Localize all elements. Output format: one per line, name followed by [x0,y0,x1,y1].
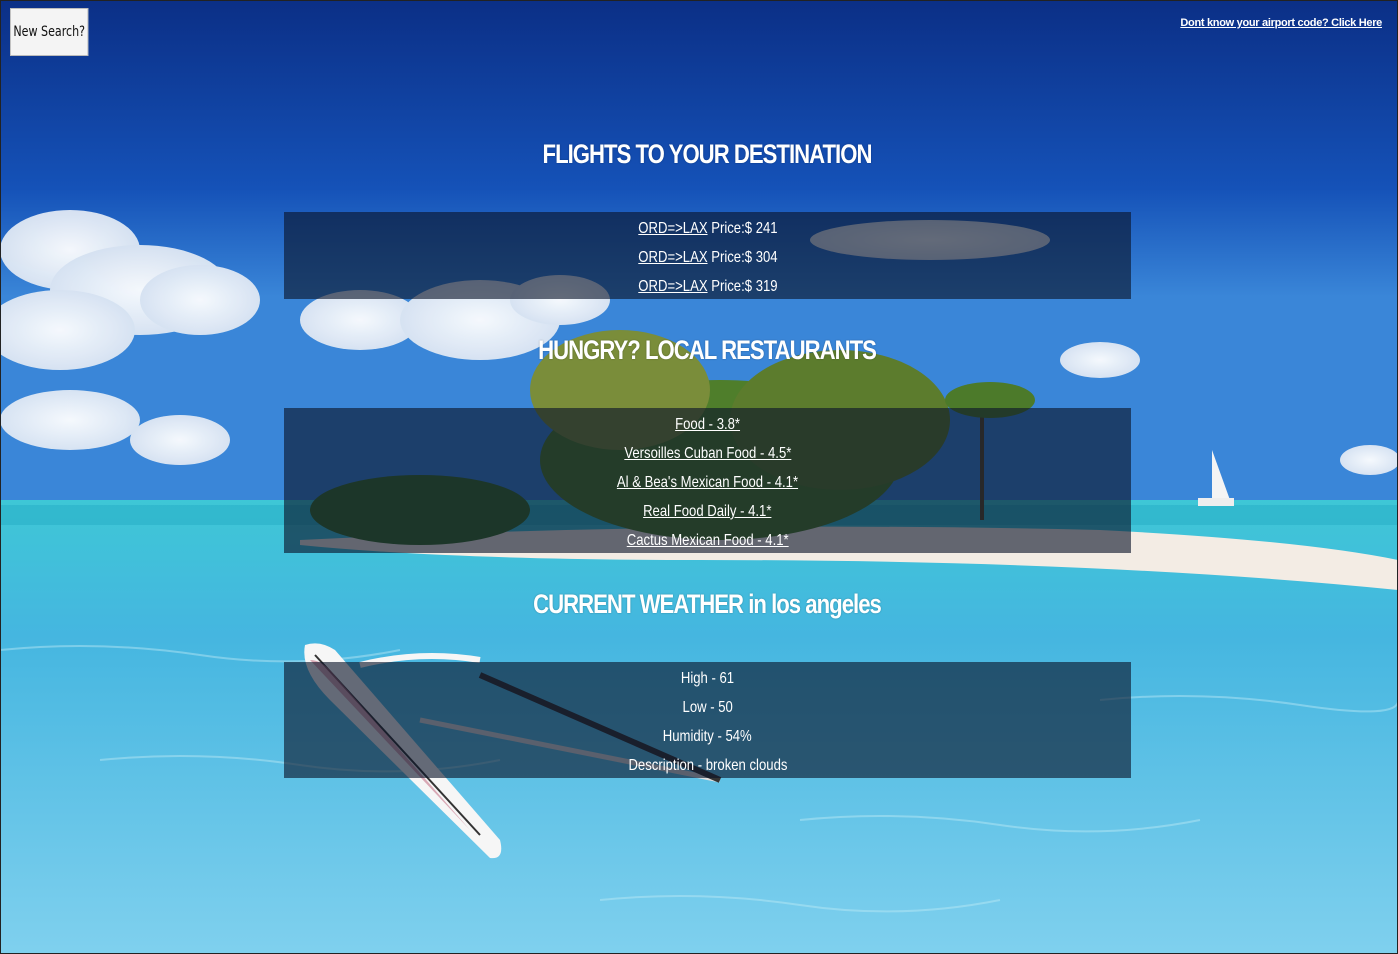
weather-humidity: Humidity - 54% [663,728,752,745]
restaurant-item: Food - 3.8* [675,410,740,439]
flight-item: ORD=>LAX Price:$ 304 [638,243,777,272]
flight-price: Price:$ 319 [710,278,778,295]
restaurant-link[interactable]: Cactus Mexican Food - 4.1* [627,532,789,549]
flight-price: Price:$ 304 [710,249,778,266]
restaurant-link[interactable]: Food - 3.8* [675,416,740,433]
flight-route-link[interactable]: ORD=>LAX [638,249,707,266]
flights-heading: FLIGHTS TO YOUR DESTINATION [542,139,873,169]
restaurant-item: Versoilles Cuban Food - 4.5* [624,439,791,468]
restaurants-panel: Food - 3.8* Versoilles Cuban Food - 4.5*… [284,408,1131,553]
weather-high: High - 61 [680,670,735,687]
flight-route-link[interactable]: ORD=>LAX [638,278,707,295]
weather-low: Low - 50 [682,699,733,716]
restaurant-link[interactable]: Versoilles Cuban Food - 4.5* [624,445,791,462]
restaurant-link[interactable]: Al & Bea's Mexican Food - 4.1* [617,474,798,491]
flights-panel: ORD=>LAX Price:$ 241 ORD=>LAX Price:$ 30… [284,212,1131,299]
restaurant-item: Real Food Daily - 4.1* [643,497,771,526]
new-search-button[interactable]: New Search? [10,8,89,56]
restaurants-heading: HUNGRY? LOCAL RESTAURANTS [538,335,877,365]
weather-heading: CURRENT WEATHER in los angeles [533,589,882,619]
flight-item: ORD=>LAX Price:$ 241 [638,214,777,243]
flight-item: ORD=>LAX Price:$ 319 [638,272,777,301]
weather-panel: High - 61 Low - 50 Humidity - 54% Descri… [284,662,1131,778]
restaurant-item: Cactus Mexican Food - 4.1* [627,526,789,555]
restaurant-link[interactable]: Real Food Daily - 4.1* [643,503,771,520]
flight-route-link[interactable]: ORD=>LAX [638,220,707,237]
airport-code-help-link[interactable]: Dont know your airport code? Click Here [1180,17,1382,29]
restaurant-item: Al & Bea's Mexican Food - 4.1* [617,468,798,497]
flight-price: Price:$ 241 [710,220,778,237]
weather-description: Description - broken clouds [628,757,787,774]
